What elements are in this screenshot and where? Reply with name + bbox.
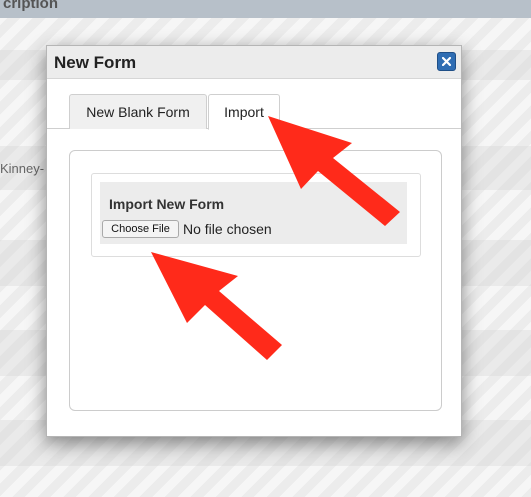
annotation-arrow-choose-file — [151, 252, 282, 360]
annotation-arrow-import-tab — [268, 116, 400, 226]
annotation-arrow-icon — [151, 116, 400, 360]
